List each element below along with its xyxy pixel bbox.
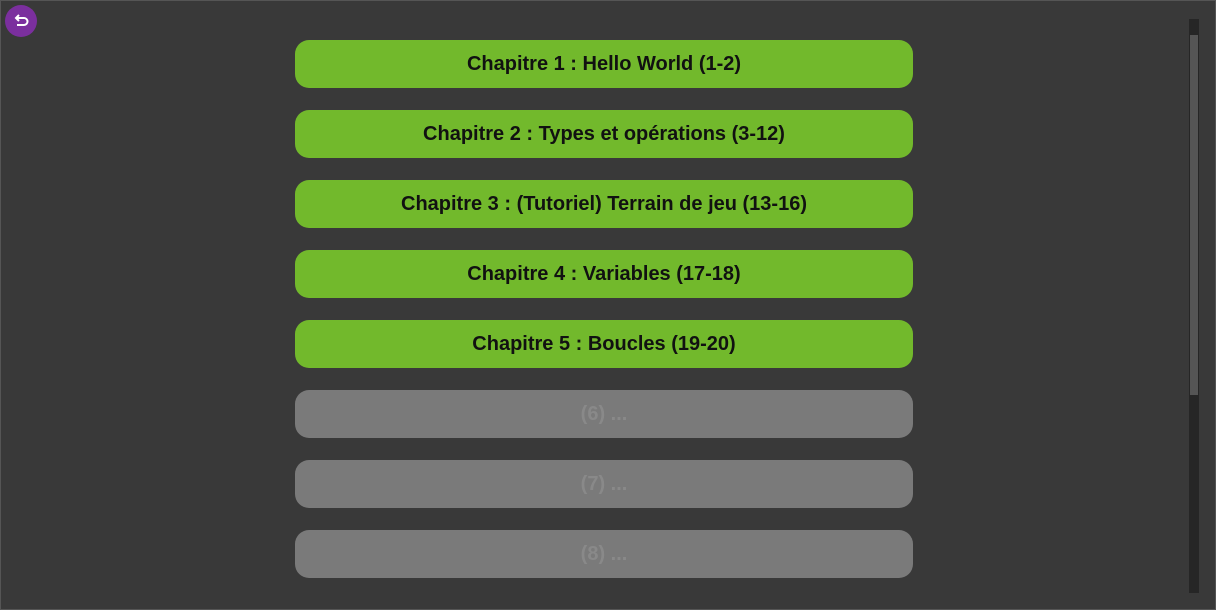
chapter-label: Chapitre 4 : Variables (17-18) bbox=[467, 262, 741, 285]
chapter-button-6-locked: (6) ... bbox=[295, 390, 913, 438]
return-arrow-icon bbox=[14, 14, 29, 26]
chapter-label: (7) ... bbox=[580, 472, 628, 495]
app-frame: Chapitre 1 : Hello World (1-2) Chapitre … bbox=[0, 0, 1216, 610]
chapter-label: Chapitre 1 : Hello World (1-2) bbox=[466, 52, 742, 75]
chapter-button-8-locked: (8) ... bbox=[295, 530, 913, 578]
chapter-button-2[interactable]: Chapitre 2 : Types et opérations (3-12) bbox=[295, 110, 913, 158]
scrollbar-thumb[interactable] bbox=[1190, 35, 1198, 395]
chapter-label: Chapitre 3 : (Tutoriel) Terrain de jeu (… bbox=[401, 192, 807, 215]
chapter-list: Chapitre 1 : Hello World (1-2) Chapitre … bbox=[295, 40, 913, 600]
chapter-button-1[interactable]: Chapitre 1 : Hello World (1-2) bbox=[295, 40, 913, 88]
chapter-button-3[interactable]: Chapitre 3 : (Tutoriel) Terrain de jeu (… bbox=[295, 180, 913, 228]
chapter-label: Chapitre 5 : Boucles (19-20) bbox=[472, 332, 736, 355]
chapter-label: (6) ... bbox=[580, 402, 628, 425]
chapter-button-7-locked: (7) ... bbox=[295, 460, 913, 508]
chapter-label: (8) ... bbox=[580, 542, 628, 565]
chapter-button-5[interactable]: Chapitre 5 : Boucles (19-20) bbox=[295, 320, 913, 368]
chapter-button-4[interactable]: Chapitre 4 : Variables (17-18) bbox=[295, 250, 913, 298]
back-button[interactable] bbox=[5, 5, 37, 37]
chapter-label: Chapitre 2 : Types et opérations (3-12) bbox=[423, 122, 785, 145]
vertical-scrollbar[interactable] bbox=[1189, 19, 1199, 593]
